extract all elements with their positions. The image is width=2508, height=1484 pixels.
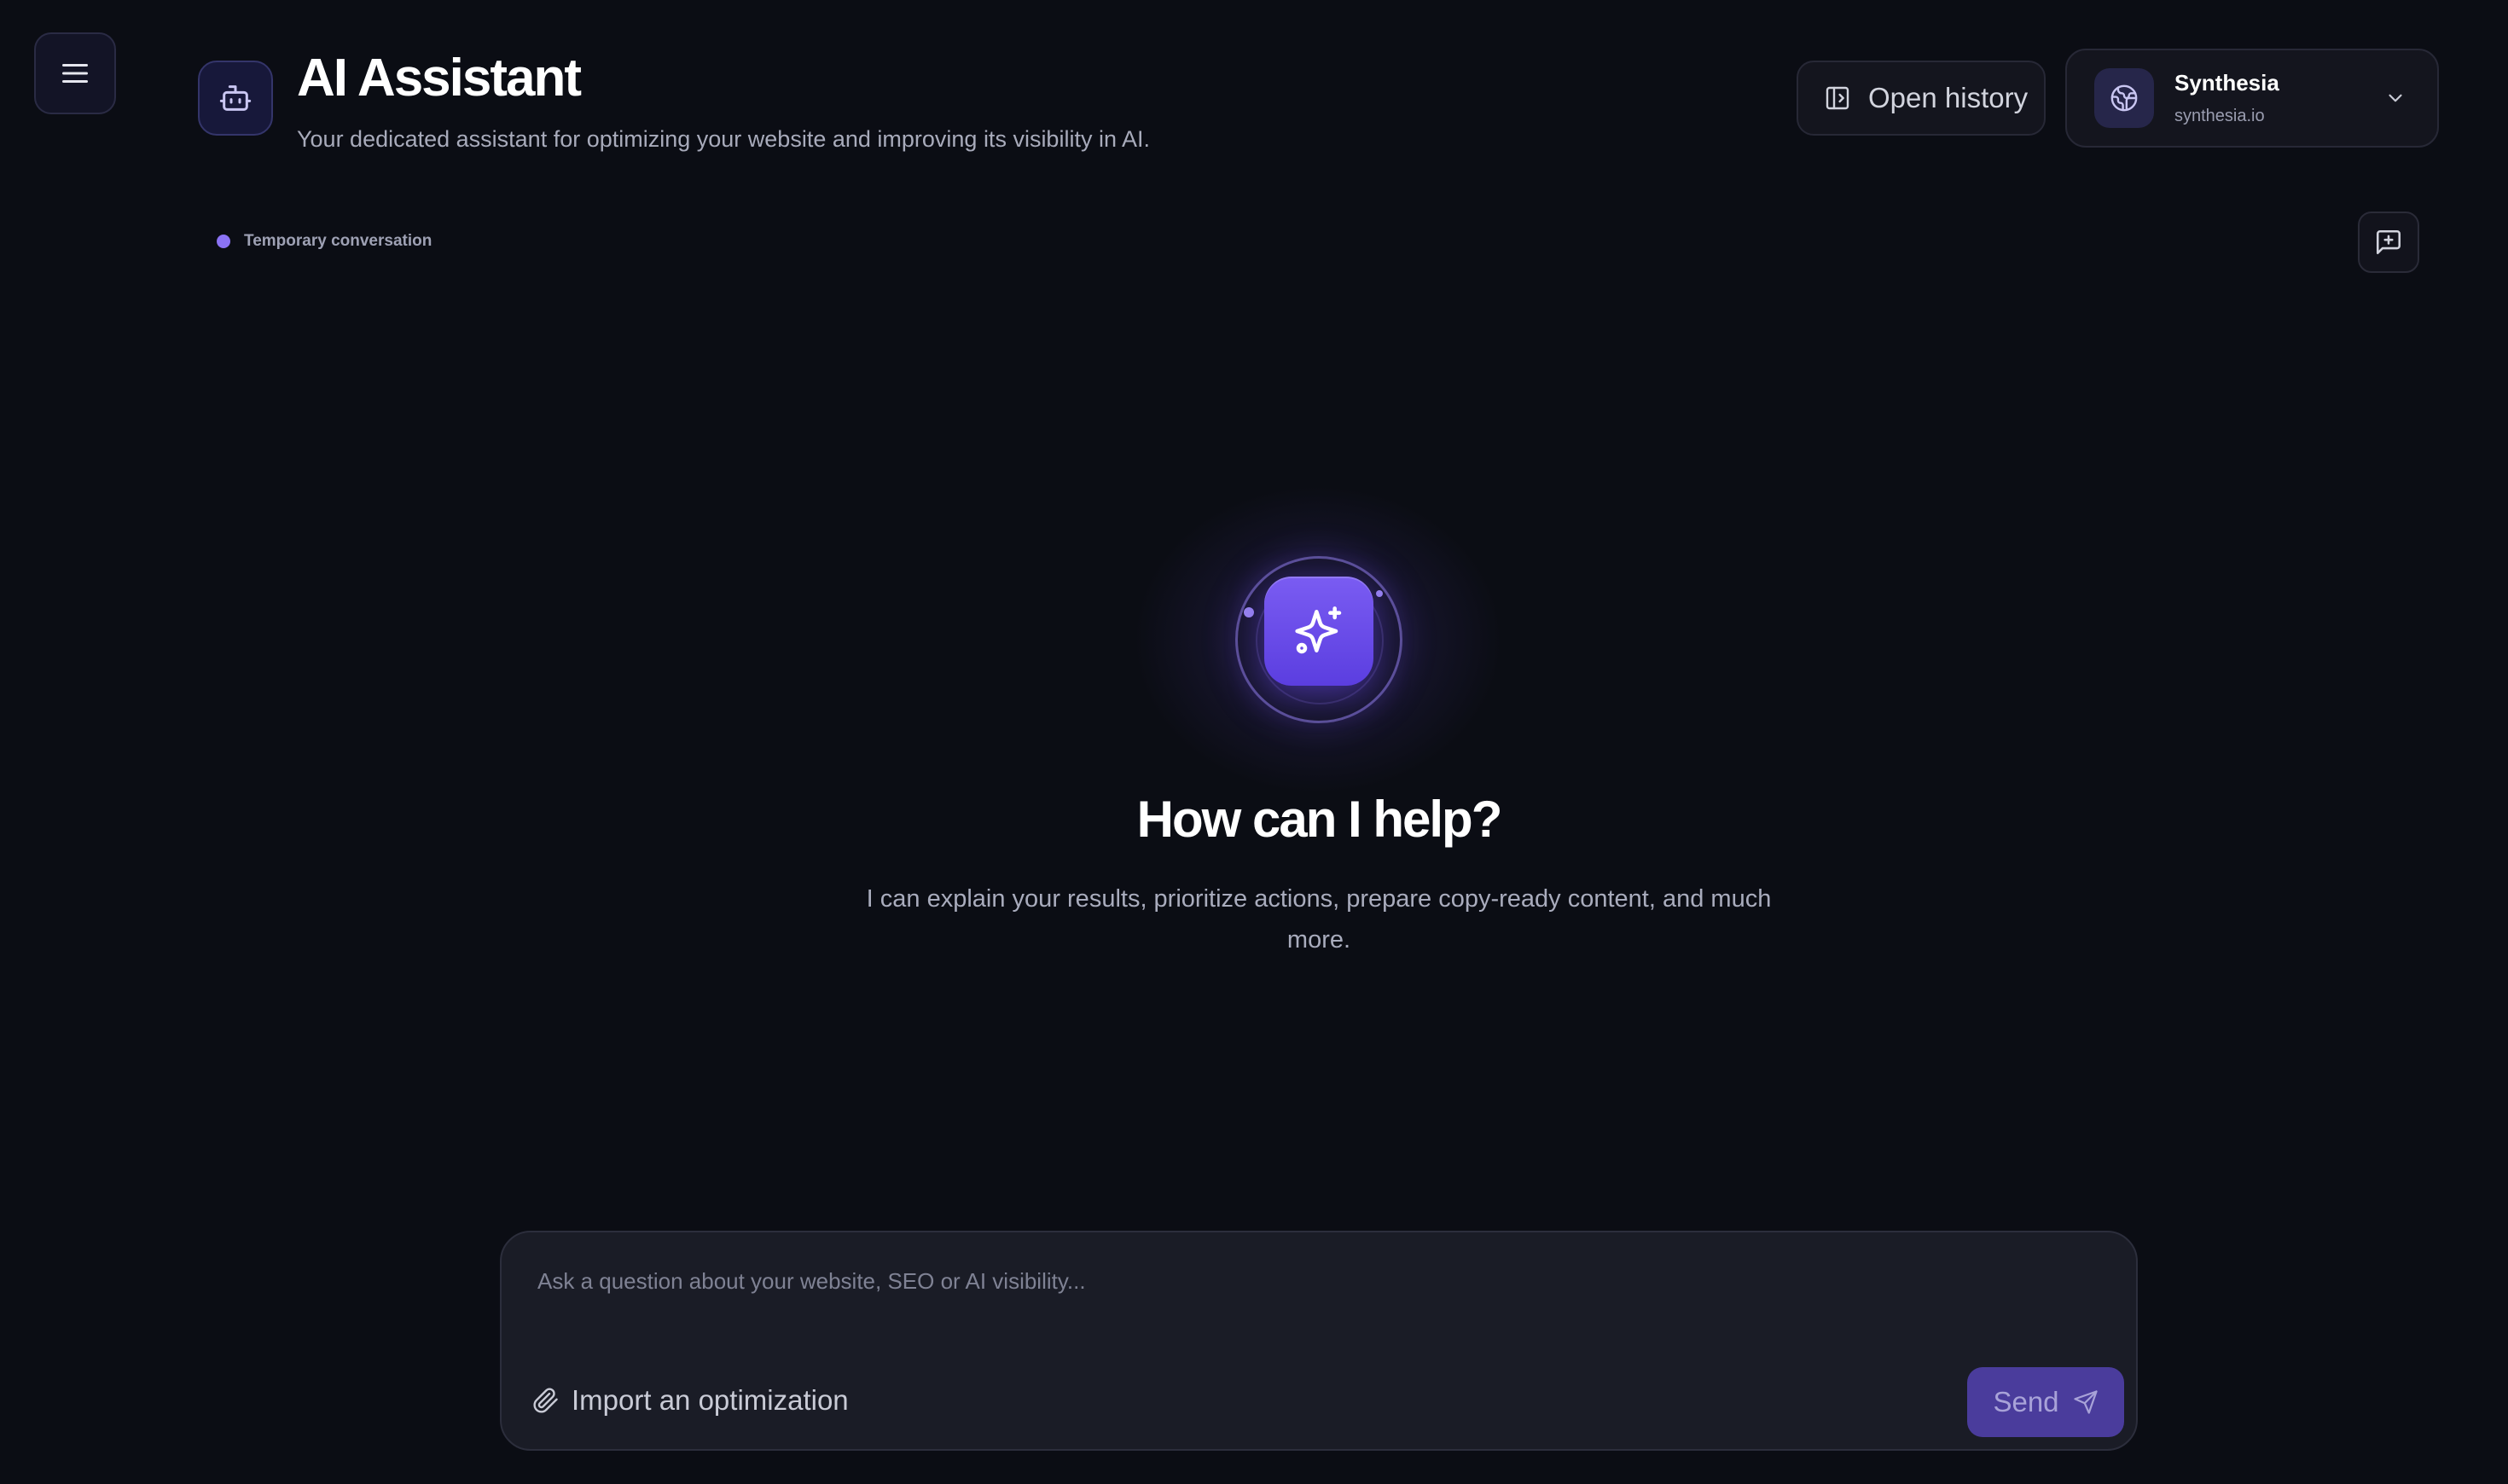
page-title: AI Assistant (297, 49, 582, 107)
globe-icon (2110, 84, 2138, 112)
hero-emblem (1264, 577, 1373, 686)
temporary-conversation-badge: Temporary conversation (217, 232, 432, 251)
chevron-down-icon (2389, 94, 2402, 102)
open-history-button[interactable]: Open history (1797, 61, 2046, 136)
site-domain: synthesia.io (2174, 107, 2265, 125)
send-icon (2073, 1390, 2098, 1414)
hero-orbit-dot (1376, 590, 1383, 597)
site-avatar (2094, 68, 2154, 128)
message-composer: Ask a question about your website, SEO o… (500, 1231, 2138, 1451)
temporary-conversation-label: Temporary conversation (244, 232, 433, 250)
new-conversation-button[interactable] (2358, 212, 2419, 273)
history-panel-icon (1826, 86, 1849, 110)
site-name: Synthesia (2174, 70, 2279, 96)
page-subtitle: Your dedicated assistant for optimizing … (297, 126, 1150, 152)
status-dot (217, 235, 230, 248)
send-label: Send (1993, 1386, 2059, 1417)
site-info: Synthesia synthesia.io (2174, 70, 2384, 126)
hero-title: How can I help? (1136, 791, 1503, 848)
import-optimization-button[interactable]: Import an optimization (532, 1384, 849, 1417)
robot-icon (219, 85, 252, 111)
send-button[interactable]: Send (1967, 1367, 2124, 1437)
paperclip-icon (533, 1388, 558, 1413)
import-optimization-label: Import an optimization (572, 1384, 849, 1416)
message-input[interactable]: Ask a question about your website, SEO o… (537, 1268, 2073, 1295)
ai-assistant-page: AI Assistant Your dedicated assistant fo… (0, 0, 2508, 1484)
new-chat-icon (2376, 229, 2401, 255)
sparkles-icon (1295, 606, 1342, 654)
open-history-label: Open history (1868, 82, 2029, 113)
menu-icon (62, 64, 88, 83)
menu-button[interactable] (34, 32, 116, 114)
hero-description: I can explain your results, prioritize a… (866, 885, 1772, 954)
assistant-logo (198, 61, 273, 136)
site-selector[interactable]: Synthesia synthesia.io (2065, 49, 2439, 148)
hero-orbit-dot (1244, 607, 1254, 617)
